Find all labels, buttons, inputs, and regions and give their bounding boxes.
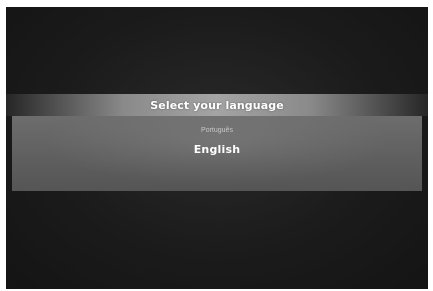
status-line-2 <box>332 36 354 44</box>
tv-screen: Select your language Português English <box>6 7 428 289</box>
status-area <box>298 24 378 50</box>
language-list: Português English <box>12 116 422 191</box>
language-option-portugues[interactable]: Português <box>12 127 422 134</box>
status-line-1 <box>304 24 376 33</box>
page-title: Select your language <box>150 98 284 112</box>
title-bar: Select your language <box>6 94 428 116</box>
language-option-english[interactable]: English <box>12 143 422 156</box>
